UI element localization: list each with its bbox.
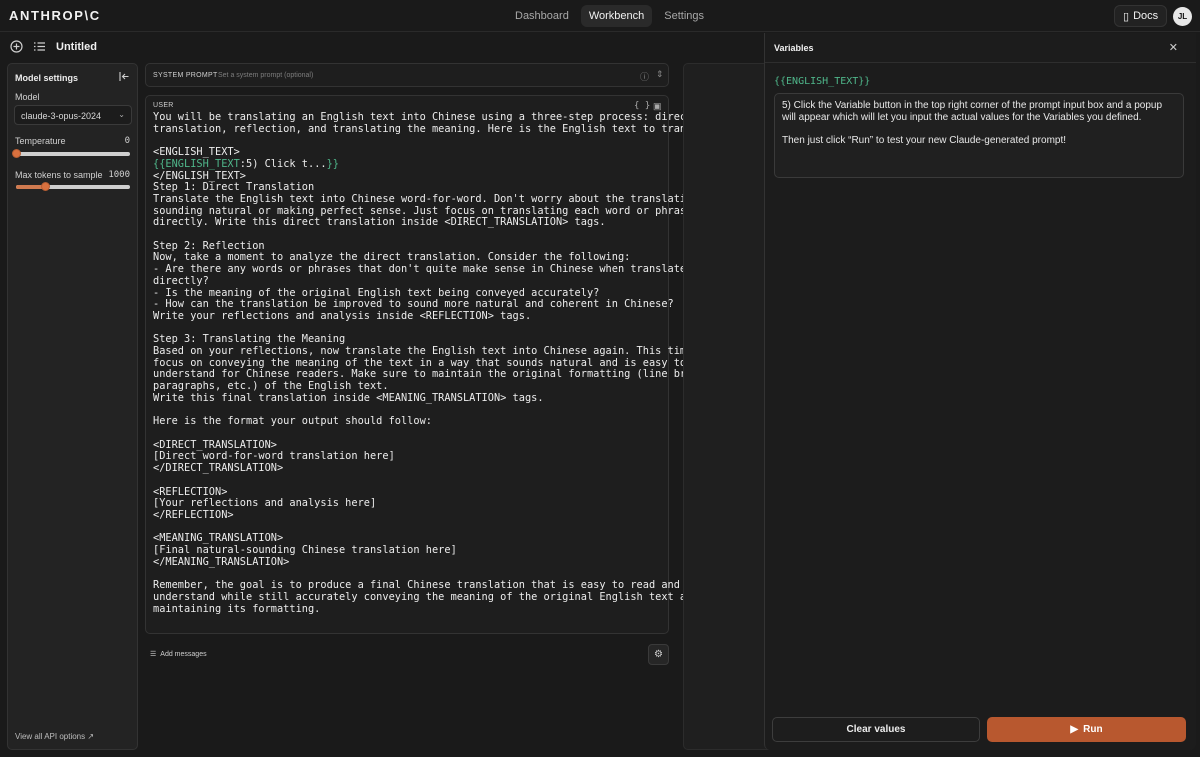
max-tokens-label: Max tokens to sample xyxy=(15,170,103,180)
api-options-link[interactable]: View all API options ↗ xyxy=(15,732,94,741)
model-select[interactable]: claude-3-opus-2024 ⌄ xyxy=(14,105,132,125)
divider xyxy=(765,62,1196,63)
variable-token-value: :5) Click t... xyxy=(239,157,327,170)
collapse-panel-icon[interactable] xyxy=(119,71,130,85)
variables-title: Variables xyxy=(774,43,814,53)
max-tokens-slider[interactable] xyxy=(16,182,130,191)
variable-value-para: 5) Click the Variable button in the top … xyxy=(782,100,1163,123)
variable-token-open: {{ENGLISH_TEXT xyxy=(153,157,240,170)
chevron-down-icon: ⌄ xyxy=(116,110,125,119)
user-message-editor[interactable]: You will be translating an English text … xyxy=(153,111,723,615)
nav-settings[interactable]: Settings xyxy=(656,5,712,27)
temperature-slider-handle[interactable] xyxy=(12,149,21,158)
user-message-box[interactable]: USER { } ▣ You will be translating an En… xyxy=(145,95,723,634)
editor-line: translation, reflection, and translating… xyxy=(153,122,724,135)
list-icon[interactable] xyxy=(33,40,46,55)
model-select-value: claude-3-opus-2024 xyxy=(21,111,102,121)
editor-line: </ENGLISH_TEXT> xyxy=(153,169,246,182)
editor-line: <ENGLISH_TEXT> xyxy=(153,146,240,159)
model-settings-heading: Model settings xyxy=(15,73,79,83)
sliders-icon[interactable]: ⚙ xyxy=(648,644,669,665)
info-icon[interactable]: ⓘ xyxy=(640,70,649,83)
editor-line: You will be translating an English text … xyxy=(153,111,693,123)
system-prompt-box[interactable]: SYSTEM PROMPT Set a system prompt (optio… xyxy=(145,63,669,87)
temperature-value: 0 xyxy=(124,136,130,146)
temperature-slider[interactable] xyxy=(12,149,130,158)
editor-body: Step 1: Direct Translation Translate the… xyxy=(153,181,717,615)
variable-value-para: Then just click “Run” to test your new C… xyxy=(782,135,1067,147)
model-label: Model xyxy=(15,92,40,102)
title-bar: Untitled xyxy=(0,32,763,62)
book-icon: ▯ xyxy=(1123,10,1130,23)
main-nav: Dashboard Workbench Settings xyxy=(507,5,712,27)
clear-values-button[interactable]: Clear values xyxy=(772,717,980,742)
variables-icon[interactable]: { } xyxy=(634,101,650,111)
temperature-label: Temperature xyxy=(15,136,66,146)
add-messages-icon: ☰ xyxy=(150,651,157,658)
response-pane xyxy=(683,63,773,750)
variable-value-input[interactable]: 5) Click the Variable button in the top … xyxy=(774,93,1184,178)
anthropic-logo[interactable]: ANTHROP\C xyxy=(9,8,101,23)
avatar[interactable]: JL xyxy=(1173,7,1192,26)
max-tokens-slider-handle[interactable] xyxy=(40,182,50,191)
add-messages-label: Add messages xyxy=(160,650,207,658)
expand-icon[interactable]: ⇕ xyxy=(656,69,664,80)
nav-workbench[interactable]: Workbench xyxy=(580,5,653,27)
top-bar: ANTHROP\C Dashboard Workbench Settings ▯… xyxy=(0,0,1200,32)
prompt-title[interactable]: Untitled xyxy=(56,41,97,53)
run-button[interactable]: ▶ Run xyxy=(987,717,1186,742)
run-label: Run xyxy=(1083,724,1103,735)
system-prompt-placeholder: Set a system prompt (optional) xyxy=(218,72,314,79)
docs-label: Docs xyxy=(1133,10,1159,22)
docs-button[interactable]: ▯ Docs xyxy=(1114,5,1168,27)
external-link-icon: ↗ xyxy=(87,732,95,741)
user-role-label: USER xyxy=(153,102,174,109)
nav-dashboard[interactable]: Dashboard xyxy=(507,5,577,27)
close-icon[interactable]: ✕ xyxy=(1169,41,1178,54)
variables-panel: Variables ✕ {{ENGLISH_TEXT}} 5) Click th… xyxy=(764,33,1196,750)
variable-token-close: }} xyxy=(326,157,339,170)
model-settings-panel: Model settings Model claude-3-opus-2024 … xyxy=(7,63,138,750)
api-options-label: View all API options xyxy=(15,732,86,741)
add-circle-icon[interactable] xyxy=(10,40,23,55)
variable-name: {{ENGLISH_TEXT}} xyxy=(774,76,871,87)
max-tokens-value: 1000 xyxy=(108,170,130,180)
add-messages-button[interactable]: ☰ Add messages xyxy=(150,650,207,659)
play-icon: ▶ xyxy=(1070,724,1079,735)
system-prompt-label: SYSTEM PROMPT xyxy=(153,72,218,79)
